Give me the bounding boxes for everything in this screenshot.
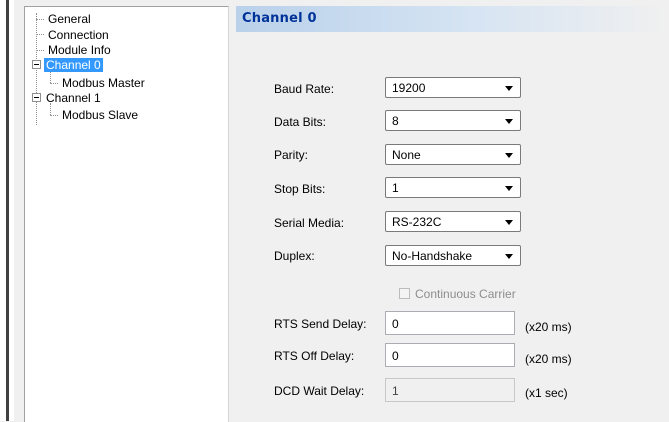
tree-connector [50,115,58,116]
duplex-select[interactable]: No-Handshake [385,245,521,266]
rts-send-delay-value: 0 [392,317,399,331]
rts-send-delay-input[interactable]: 0 [385,311,515,335]
parity-value: None [392,148,421,162]
tree-connector [36,19,44,20]
channel-settings-panel: Channel 0 Baud Rate: 19200 Data Bits: 8 … [236,6,669,421]
dcd-wait-delay-unit: (x1 sec) [525,386,568,400]
data-bits-value: 8 [392,114,399,128]
tree-connector [36,50,44,51]
baud-rate-value: 19200 [392,81,426,95]
tree-item-module-info[interactable]: Module Info [46,43,113,57]
tree-item-channel-0[interactable]: Channel 0 [44,58,103,72]
dropdown-arrow-icon [505,86,513,91]
rts-off-delay-label: RTS Off Delay: [274,349,355,363]
tree-connector [50,71,51,83]
duplex-value: No-Handshake [392,249,473,263]
rts-off-delay-unit: (x20 ms) [525,352,572,366]
serial-media-value: RS-232C [392,215,442,229]
dropdown-arrow-icon [505,254,513,259]
collapse-icon[interactable] [32,60,41,69]
rts-off-delay-value: 0 [392,349,399,363]
serial-media-select[interactable]: RS-232C [385,211,521,232]
tree-item-general[interactable]: General [46,12,93,26]
parity-select[interactable]: None [385,144,521,165]
tree-item-connection[interactable]: Connection [46,28,111,42]
page-title: Channel 0 [242,11,317,26]
stop-bits-label: Stop Bits: [274,182,326,196]
navigation-tree[interactable]: General Connection Module Info Channel 0… [24,6,229,422]
dropdown-arrow-icon [505,119,513,124]
baud-rate-label: Baud Rate: [274,82,335,96]
data-bits-label: Data Bits: [274,115,327,129]
window-border [6,0,9,421]
rts-send-delay-label: RTS Send Delay: [274,317,367,331]
tree-item-modbus-slave[interactable]: Modbus Slave [60,108,140,122]
stop-bits-select[interactable]: 1 [385,177,521,198]
stop-bits-value: 1 [392,181,399,195]
duplex-label: Duplex: [274,249,315,263]
continuous-carrier-checkbox[interactable] [399,288,410,299]
rts-off-delay-input[interactable]: 0 [385,343,515,367]
dcd-wait-delay-input[interactable]: 1 [385,378,515,402]
dropdown-arrow-icon [505,153,513,158]
dcd-wait-delay-label: DCD Wait Delay: [274,384,365,398]
tree-item-channel-1[interactable]: Channel 1 [44,91,103,105]
tree-item-modbus-master[interactable]: Modbus Master [60,76,147,90]
tree-connector [50,83,58,84]
serial-media-label: Serial Media: [274,216,345,230]
data-bits-select[interactable]: 8 [385,110,521,131]
tree-connector [36,34,44,35]
rts-send-delay-unit: (x20 ms) [525,320,572,334]
continuous-carrier-label: Continuous Carrier [415,287,516,301]
collapse-icon[interactable] [32,93,41,102]
baud-rate-select[interactable]: 19200 [385,77,521,98]
parity-label: Parity: [274,148,309,162]
tree-connector [36,13,37,125]
dropdown-arrow-icon [505,186,513,191]
dropdown-arrow-icon [505,220,513,225]
panel-header: Channel 0 [236,6,669,32]
dcd-wait-delay-value: 1 [392,384,399,398]
